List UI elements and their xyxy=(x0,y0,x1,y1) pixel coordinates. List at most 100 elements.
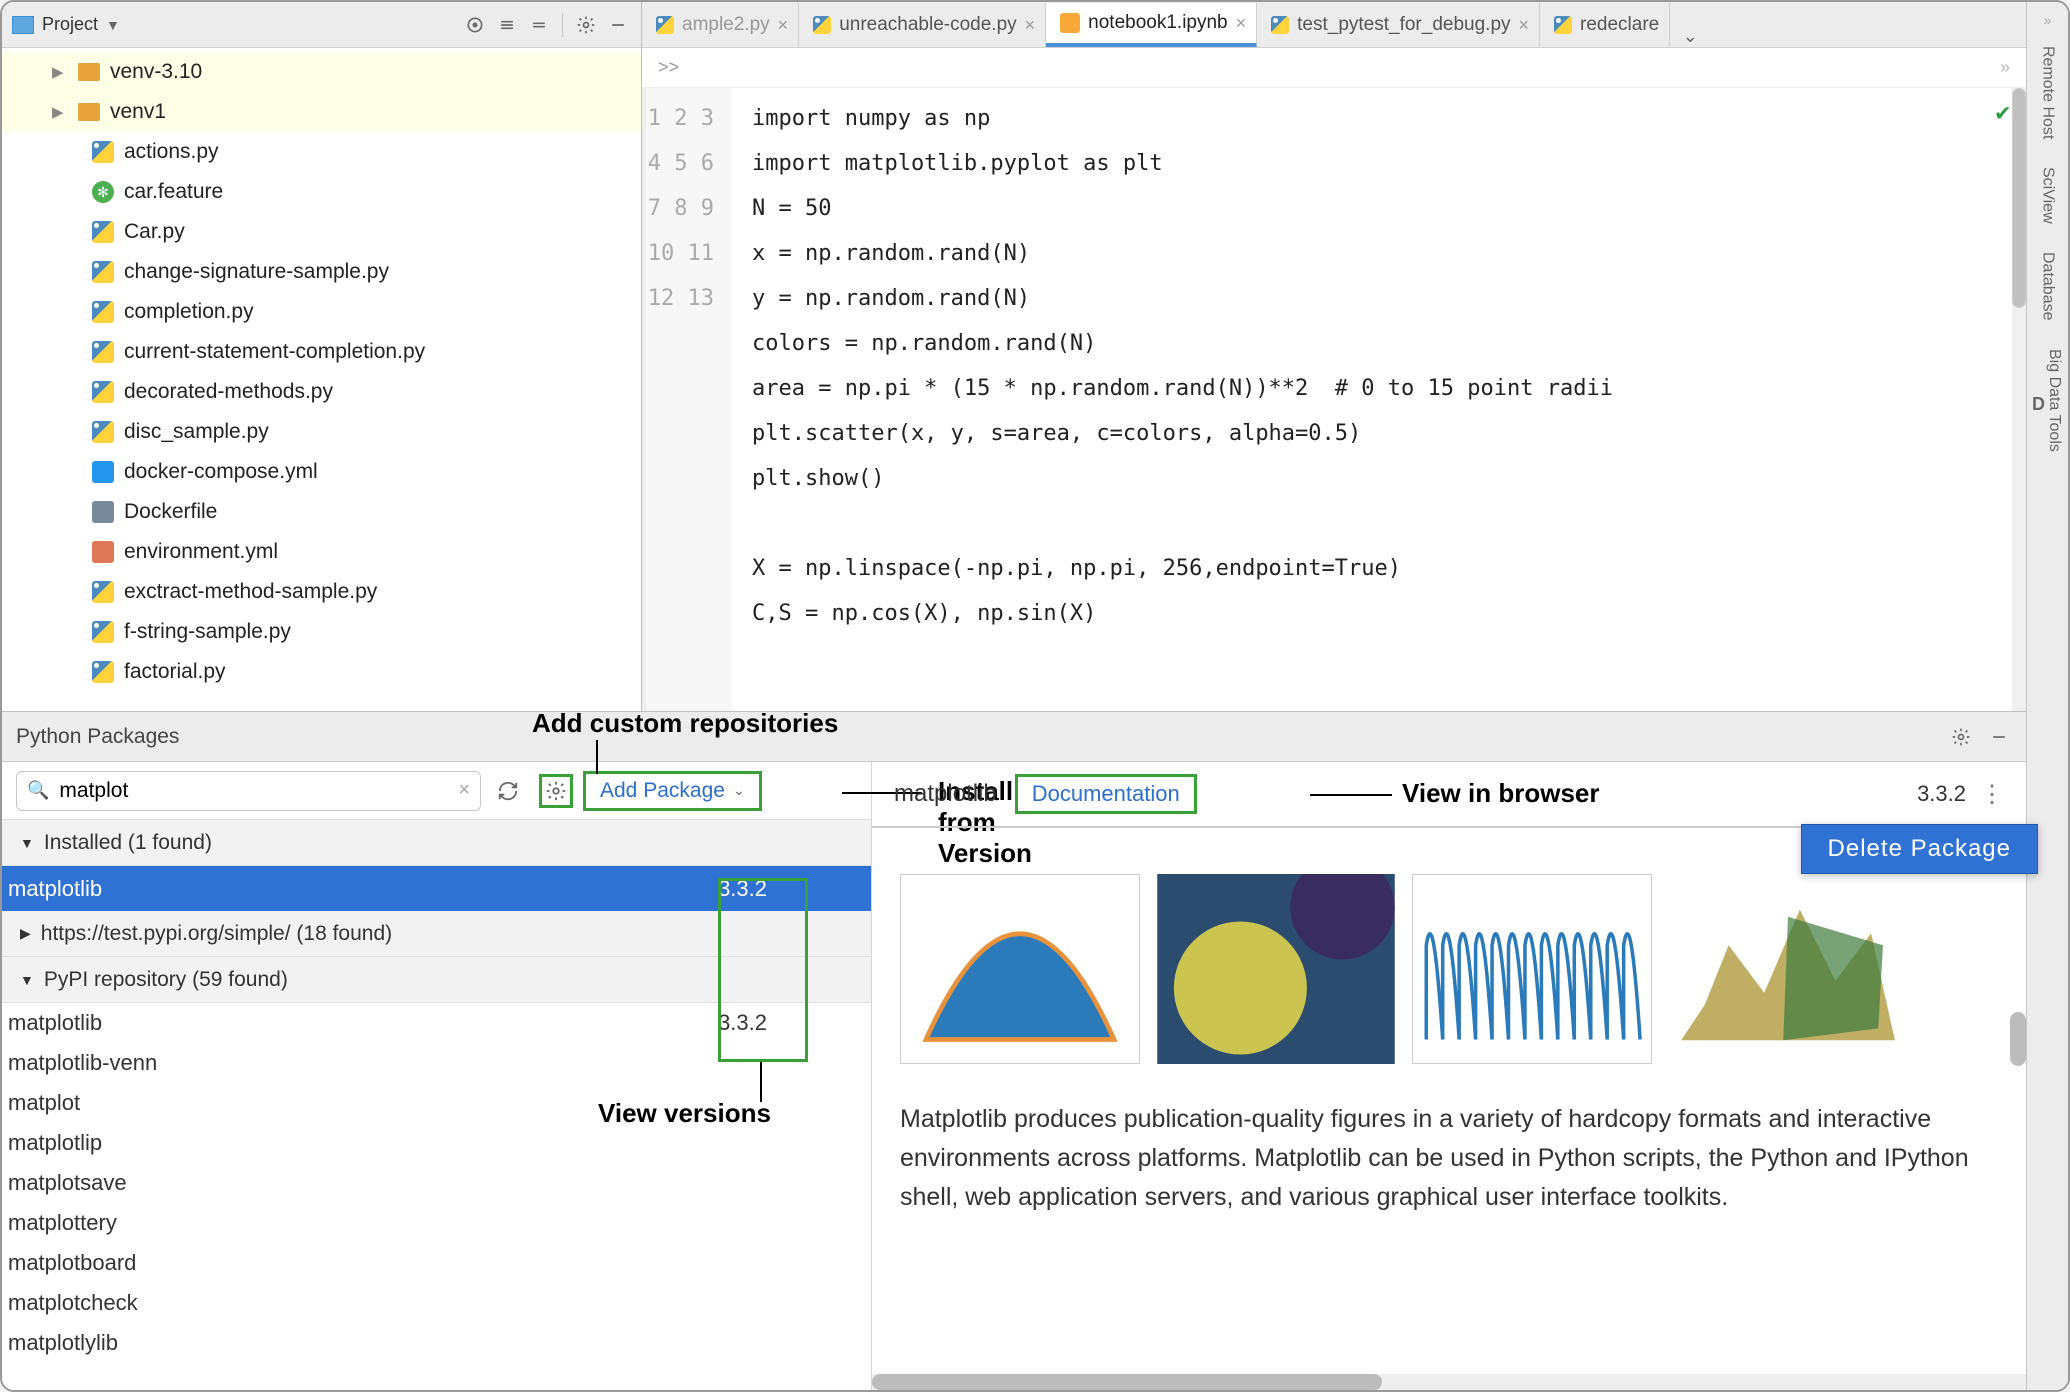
package-row[interactable]: matplotsave xyxy=(2,1163,871,1203)
annotation-view-browser: View in browser xyxy=(1402,778,1599,809)
gear-icon[interactable] xyxy=(573,12,599,38)
tree-file[interactable]: completion.py xyxy=(2,292,641,332)
gear-icon[interactable] xyxy=(1948,724,1974,750)
tab-label: ample2.py xyxy=(682,14,770,36)
tree-file[interactable]: actions.py xyxy=(2,132,641,172)
package-name: matplotcheck xyxy=(8,1290,138,1316)
tree-item-label: decorated-methods.py xyxy=(124,380,333,404)
close-icon[interactable]: × xyxy=(1236,13,1247,34)
package-row[interactable]: matplotlib-venn xyxy=(2,1043,871,1083)
rail-expand-icon[interactable]: » xyxy=(2044,8,2052,32)
tab-label: notebook1.ipynb xyxy=(1088,12,1227,34)
tree-item-label: car.feature xyxy=(124,180,223,204)
close-icon[interactable]: × xyxy=(1519,15,1530,36)
search-input-field[interactable] xyxy=(59,779,448,803)
project-tree[interactable]: ▶venv-3.10▶venv1 actions.py car.feature Car… xyxy=(2,48,641,711)
package-thumbnails xyxy=(900,874,1998,1064)
rail-tool-remote-host[interactable]: Remote Host xyxy=(2027,32,2069,153)
package-section-header[interactable]: ▼PyPI repository (59 found) xyxy=(2,957,871,1003)
tree-item-label: Dockerfile xyxy=(124,500,217,524)
rail-label: Big Data Tools xyxy=(2045,335,2063,466)
tree-file[interactable]: f-string-sample.py xyxy=(2,612,641,652)
rail-tool-database[interactable]: Database xyxy=(2027,238,2069,335)
tree-file[interactable]: car.feature xyxy=(2,172,641,212)
annotation-add-repos: Add custom repositories xyxy=(532,708,838,739)
package-section-header[interactable]: ▶https://test.pypi.org/simple/ (18 found… xyxy=(2,911,871,957)
tree-file[interactable]: docker-compose.yml xyxy=(2,452,641,492)
expand-all-icon[interactable] xyxy=(494,12,520,38)
editor-tab[interactable]: test_pytest_for_debug.py× xyxy=(1257,3,1540,47)
python-file-icon xyxy=(813,16,831,34)
editor-scrollbar[interactable] xyxy=(2012,88,2026,711)
inspection-ok-icon[interactable]: ✔ xyxy=(1996,98,2010,126)
package-row[interactable]: matplotcheck xyxy=(2,1283,871,1323)
disclosure-icon: ▼ xyxy=(20,835,34,851)
refresh-icon[interactable] xyxy=(491,774,525,808)
delete-package-menu-item[interactable]: Delete Package xyxy=(1801,824,2038,874)
editor-tab[interactable]: ample2.py × xyxy=(642,3,799,47)
package-search-input[interactable]: 🔍 × xyxy=(16,771,481,811)
package-row[interactable]: matplotlylib xyxy=(2,1323,871,1363)
project-selector[interactable]: Project ▼ xyxy=(12,14,120,35)
tree-file[interactable]: current-statement-completion.py xyxy=(2,332,641,372)
tree-file[interactable]: exctract-method-sample.py xyxy=(2,572,641,612)
py-icon xyxy=(92,221,114,243)
locate-icon[interactable] xyxy=(462,12,488,38)
package-name: matplotlib xyxy=(8,1010,102,1036)
python-file-icon xyxy=(656,16,674,34)
rail-label: Remote Host xyxy=(2039,32,2057,153)
section-label: Installed (1 found) xyxy=(44,831,212,855)
tree-file[interactable]: change-signature-sample.py xyxy=(2,252,641,292)
package-row[interactable]: matplotlib3.3.2 xyxy=(2,1003,871,1043)
python-file-icon xyxy=(1271,16,1289,34)
code-editor[interactable]: 1 2 3 4 5 6 7 8 9 10 11 12 13 import num… xyxy=(642,88,2026,711)
detail-hscrollbar[interactable] xyxy=(872,1374,2026,1390)
docker-icon xyxy=(92,461,114,483)
collapse-all-icon[interactable] xyxy=(526,12,552,38)
minimize-icon[interactable] xyxy=(605,12,631,38)
rail-tool-big-data-tools[interactable]: DBig Data Tools xyxy=(2027,335,2069,466)
tree-folder[interactable]: ▶venv-3.10 xyxy=(2,52,641,92)
py-icon xyxy=(92,621,114,643)
tree-file[interactable]: Car.py xyxy=(2,212,641,252)
package-section-header[interactable]: ▼ Installed (1 found) xyxy=(2,820,871,866)
add-package-dropdown[interactable]: Add Package ⌄ xyxy=(583,771,762,811)
tree-file[interactable]: disc_sample.py xyxy=(2,412,641,452)
py-icon xyxy=(92,381,114,403)
package-row[interactable]: matplotboard xyxy=(2,1243,871,1283)
py-icon xyxy=(92,421,114,443)
close-icon[interactable]: × xyxy=(1025,15,1036,36)
folder-icon xyxy=(78,63,100,81)
project-header: Project ▼ xyxy=(2,2,641,48)
editor-tab[interactable]: redeclare xyxy=(1540,3,1670,47)
tree-item-label: disc_sample.py xyxy=(124,420,269,444)
tree-item-label: actions.py xyxy=(124,140,219,164)
package-list[interactable]: ▼Installed (1 found)matplotlib3.3.2▶http… xyxy=(2,820,871,1390)
tree-file[interactable]: decorated-methods.py xyxy=(2,372,641,412)
manage-repositories-button[interactable] xyxy=(539,774,573,808)
clear-icon[interactable]: × xyxy=(458,779,470,802)
package-row[interactable]: matplotlib3.3.2 xyxy=(2,866,871,911)
tree-file[interactable]: Dockerfile xyxy=(2,492,641,532)
tree-file[interactable]: factorial.py xyxy=(2,652,641,692)
editor-tab[interactable]: unreachable-code.py× xyxy=(799,3,1046,47)
editor-tab[interactable]: notebook1.ipynb × xyxy=(1046,3,1257,47)
package-name: matplottery xyxy=(8,1210,117,1236)
tree-folder[interactable]: ▶venv1 xyxy=(2,92,641,132)
detail-scrollbar[interactable] xyxy=(2010,1012,2026,1066)
tree-item-label: exctract-method-sample.py xyxy=(124,580,377,604)
tree-item-label: completion.py xyxy=(124,300,254,324)
package-row[interactable]: matplot xyxy=(2,1083,871,1123)
kebab-menu-icon[interactable]: ⋮ xyxy=(1980,780,2004,809)
tree-file[interactable]: environment.yml xyxy=(2,532,641,572)
package-row[interactable]: matplotlip xyxy=(2,1123,871,1163)
breadcrumb: >>» xyxy=(642,48,2026,88)
minimize-icon[interactable] xyxy=(1986,724,2012,750)
package-version: 3.3.2 xyxy=(718,876,767,902)
tree-item-label: environment.yml xyxy=(124,540,278,564)
documentation-link[interactable]: Documentation xyxy=(1015,774,1197,814)
close-icon[interactable]: × xyxy=(778,15,789,36)
rail-tool-sciview[interactable]: SciView xyxy=(2027,153,2069,238)
tabs-overflow-icon[interactable]: ⌄ xyxy=(1670,26,1710,47)
package-row[interactable]: matplottery xyxy=(2,1203,871,1243)
